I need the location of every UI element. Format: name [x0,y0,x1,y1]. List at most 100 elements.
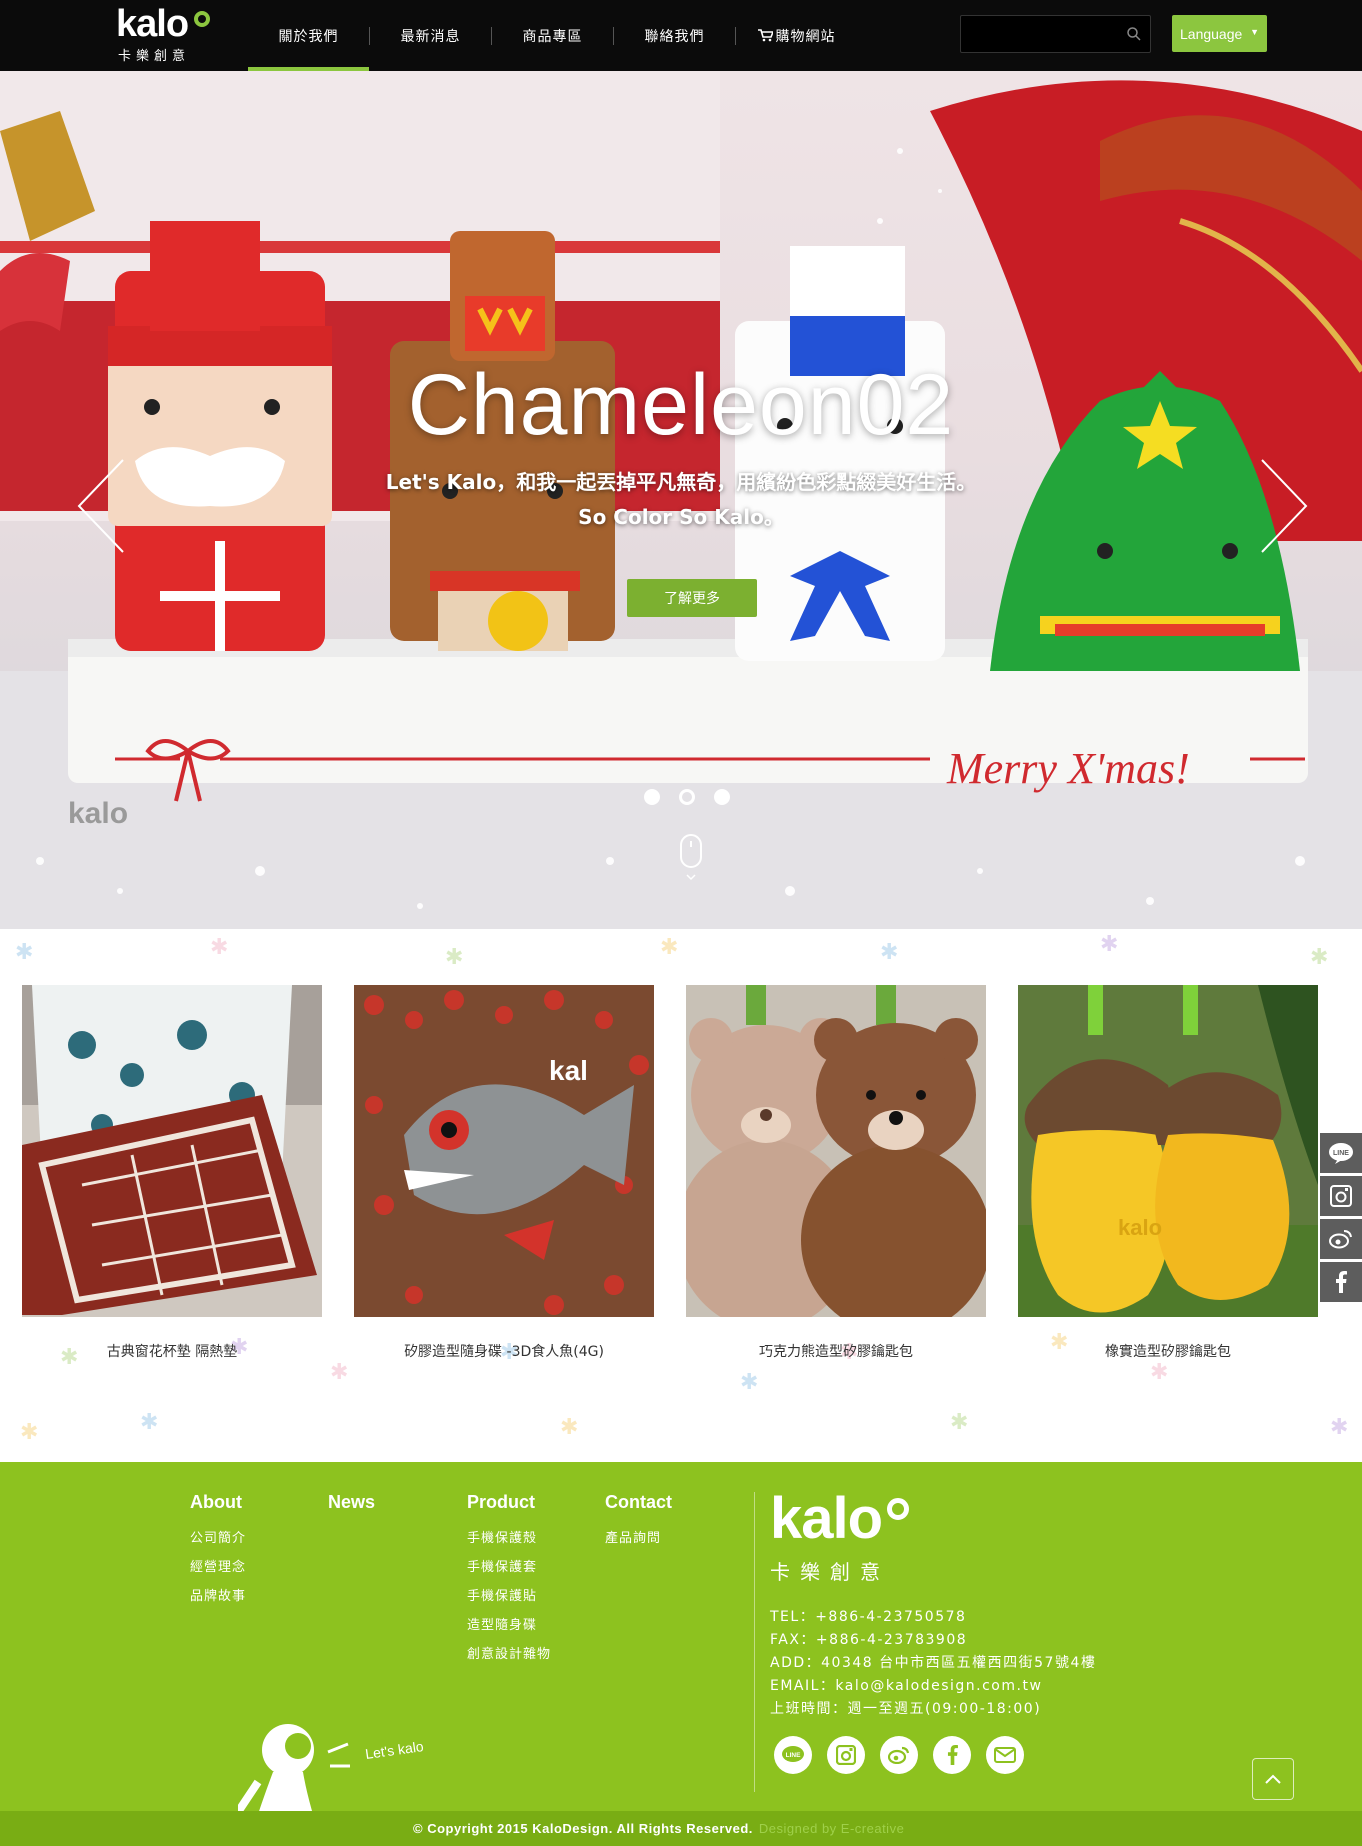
svg-text:✱: ✱ [880,940,898,965]
contact-hours: 上班時間：週一至週五(09:00-18:00) [770,1701,1042,1717]
product-name: 矽膠造型隨身碟 -3D食人魚(4G) [404,1344,604,1360]
product-name: 古典窗花杯墊 隔熱墊 [106,1344,238,1360]
site-header: kalo 卡樂創意 關於我們 最新消息 商品專區 聯絡我們 購物網站 Langu… [0,0,1362,71]
product-card[interactable]: kalo 橡實造型矽膠鑰匙包 [1018,985,1318,1361]
merry-xmas-text: Merry X'mas! [946,744,1190,793]
footer-logo-subtitle: 卡樂創意 [770,1560,890,1584]
scroll-mouse-icon[interactable] [679,833,703,883]
svg-text:LINE: LINE [1333,1150,1349,1157]
nav-item-about[interactable]: 關於我們 [248,0,369,71]
footer-logo: kalo 卡樂創意 [770,1490,909,1585]
nav-item-contact[interactable]: 聯絡我們 [614,0,735,71]
search-icon[interactable] [1126,26,1142,42]
svg-text:LINE: LINE [786,1752,801,1759]
learn-more-button[interactable]: 了解更多 [627,579,757,617]
product-card[interactable]: 巧克力熊造型矽膠鑰匙包 [676,985,991,1361]
search-input[interactable] [961,16,1111,52]
facebook-icon[interactable] [1320,1262,1362,1302]
contact-tel: TEL：+886-4-23750578 [770,1609,967,1625]
footer-link[interactable]: 手機保護貼 [467,1585,587,1604]
footer-column-contact: Contact 產品詢問 [605,1492,725,1556]
contact-email[interactable]: EMAIL：kalo@kalodesign.com.tw [770,1675,1096,1698]
footer-divider [754,1492,755,1792]
svg-text:kal: kal [549,1055,588,1086]
footer-link[interactable]: 品牌故事 [190,1585,310,1604]
footer-link[interactable]: 創意設計雜物 [467,1643,587,1662]
footer-logo-ring [887,1498,909,1520]
svg-text:✱: ✱ [20,1420,38,1445]
product-name: 巧克力熊造型矽膠鑰匙包 [759,1344,913,1360]
svg-text:✱: ✱ [210,935,228,960]
footer-link[interactable]: 公司簡介 [190,1527,310,1546]
hero-subtitle-line2: So Color So Kalo。 [578,505,784,529]
search-box [960,15,1151,53]
prev-arrow-icon[interactable] [75,456,135,556]
line-icon[interactable]: LINE [1320,1133,1362,1173]
footer-column-product: Product 手機保護殼 手機保護套 手機保護貼 造型隨身碟 創意設計雜物 [467,1492,587,1672]
nav-label: 關於我們 [278,28,339,45]
side-social-bar: LINE [1320,1133,1362,1305]
facebook-icon[interactable] [933,1736,971,1774]
footer-column-title[interactable]: News [328,1492,448,1513]
product-section: ✱ ✱ ✱ ✱ ✱ ✱ ✱ ✱ ✱ ✱ ✱ ✱ ✱ ✱ ✱ ✱ ✱ ✱ ✱ ✱ 古典窗花杯墊 隔熱墊 [0,929,1362,1462]
product-card[interactable]: kal 矽膠造型隨身碟 -3D食人魚(4G) [354,985,654,1361]
logo-wordmark: kalo [116,3,189,45]
svg-text:✱: ✱ [140,1410,158,1435]
footer-column-title: About [190,1492,242,1512]
chevron-up-icon [1265,1774,1281,1784]
logo-subtitle: 卡樂創意 [118,49,191,64]
footer-link[interactable]: 造型隨身碟 [467,1614,587,1633]
product-image [676,985,991,1335]
line-icon[interactable]: LINE [774,1736,812,1774]
language-dropdown[interactable]: Language ▼ [1172,15,1267,52]
svg-text:✱: ✱ [330,1360,348,1385]
slider-dot-3[interactable] [714,789,730,805]
product-name: 橡實造型矽膠鑰匙包 [1105,1344,1231,1360]
product-image: kal [354,985,654,1317]
product-card[interactable]: 古典窗花杯墊 隔熱墊 [22,985,322,1361]
footer-link[interactable]: 手機保護套 [467,1556,587,1575]
main-nav: 關於我們 最新消息 商品專區 聯絡我們 購物網站 [248,0,857,71]
site-footer: About 公司簡介 經營理念 品牌故事 News Product 手機保護殼 … [0,1462,1362,1846]
nav-label: 聯絡我們 [644,28,705,45]
svg-text:✱: ✱ [1150,1360,1168,1385]
svg-text:✱: ✱ [445,945,463,970]
footer-link[interactable]: 產品詢問 [605,1527,725,1546]
weibo-icon[interactable] [880,1736,918,1774]
slider-dots [644,789,730,805]
weibo-icon[interactable] [1320,1219,1362,1259]
nav-item-products[interactable]: 商品專區 [492,0,613,71]
footer-column-title: Contact [605,1492,672,1512]
designer-credit-link[interactable]: Designed by E-creative [759,1821,904,1836]
footer-link[interactable]: 經營理念 [190,1556,310,1575]
copyright-text: © Copyright 2015 KaloDesign. All Rights … [413,1821,904,1836]
hero-title: Chameleon02 [407,357,955,453]
contact-address: ADD：40348 台中市西區五權西四街57號4樓 [770,1655,1097,1671]
site-logo[interactable]: kalo 卡樂創意 [116,4,216,66]
slider-dot-2[interactable] [679,789,695,805]
nav-label: 購物網站 [775,28,836,45]
svg-text:✱: ✱ [660,935,678,960]
product-image [22,985,322,1317]
hero-subtitle-line1: Let's Kalo，和我一起丟掉平凡無奇，用繽紛色彩點綴美好生活。 [385,470,977,494]
instagram-icon[interactable] [827,1736,865,1774]
mail-icon[interactable] [986,1736,1024,1774]
footer-column-about: About 公司簡介 經營理念 品牌故事 [190,1492,310,1614]
svg-text:✱: ✱ [740,1370,758,1395]
caret-down-icon: ▼ [1250,27,1259,37]
instagram-icon[interactable] [1320,1176,1362,1216]
back-to-top-button[interactable] [1252,1758,1294,1800]
nav-item-shop[interactable]: 購物網站 [736,0,857,71]
svg-text:kalo: kalo [1118,1215,1162,1240]
logo-ring [194,11,210,27]
footer-column-title: Product [467,1492,536,1512]
svg-text:✱: ✱ [950,1410,968,1435]
nav-item-news[interactable]: 最新消息 [370,0,491,71]
nav-label: 商品專區 [522,28,583,45]
svg-text:✱: ✱ [1310,945,1328,970]
cart-icon [757,29,773,42]
slider-dot-1[interactable] [644,789,660,805]
footer-link[interactable]: 手機保護殼 [467,1527,587,1546]
svg-text:✱: ✱ [1330,1415,1348,1440]
next-arrow-icon[interactable] [1250,456,1310,556]
